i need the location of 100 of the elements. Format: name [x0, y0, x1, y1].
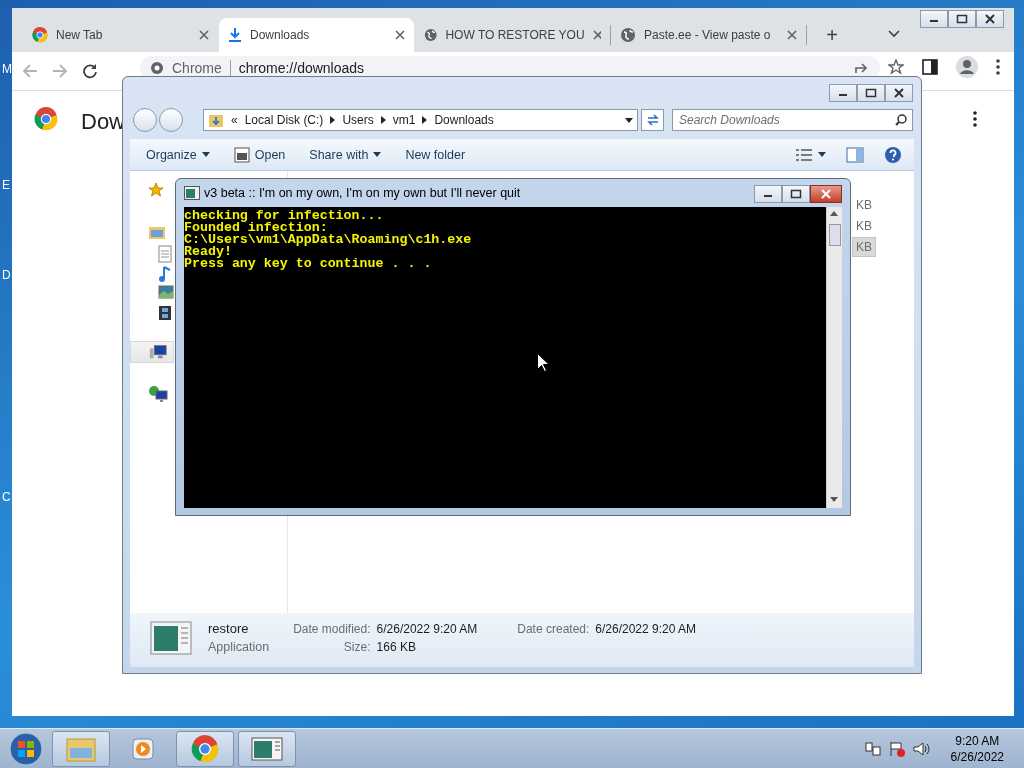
console-line: Founded infection:	[184, 222, 328, 234]
new-tab-button[interactable]: +	[817, 20, 847, 50]
explorer-minimize-button[interactable]	[829, 84, 857, 102]
console-maximize-button[interactable]	[782, 185, 810, 203]
picture-icon	[158, 285, 174, 299]
desktop-icon-label: C	[2, 490, 11, 504]
address-bar[interactable]: « Local Disk (C:) Users vm1 Downloads	[203, 109, 638, 131]
flag-icon[interactable]	[888, 740, 905, 757]
console-line: C:\Users\vm1\AppData\Roaming\c1h.exe	[184, 234, 473, 246]
file-type: Application	[208, 640, 270, 654]
breadcrumb[interactable]: vm1	[392, 113, 416, 127]
close-icon[interactable]	[199, 30, 209, 40]
detail-label: Date created:	[517, 622, 590, 636]
reload-icon[interactable]	[82, 63, 98, 79]
scrollbar-thumb[interactable]	[829, 224, 841, 246]
detail-label: Date modified:	[293, 622, 371, 636]
music-note-icon	[158, 265, 172, 283]
open-icon	[233, 146, 250, 163]
browser-close-button[interactable]	[976, 10, 1004, 28]
mouse-cursor-icon	[537, 353, 549, 372]
chrome-logo-icon	[34, 107, 58, 131]
console-close-button[interactable]	[810, 185, 842, 203]
file-size[interactable]: KB	[852, 216, 876, 236]
film-icon	[158, 305, 172, 321]
download-icon	[228, 27, 242, 43]
nav-item[interactable]	[130, 341, 174, 363]
maximize-icon	[790, 189, 802, 199]
file-name: restore	[208, 621, 250, 636]
forward-button[interactable]	[159, 108, 183, 132]
breadcrumb[interactable]: Users	[342, 113, 374, 127]
tab-search-icon[interactable]	[888, 30, 900, 38]
maximize-icon	[956, 14, 968, 24]
network-icon	[148, 385, 168, 403]
console-line: Press any key to continue . . .	[184, 258, 433, 270]
chevron-icon	[380, 116, 386, 124]
refresh-button[interactable]	[641, 109, 664, 131]
chevron-icon	[422, 116, 428, 124]
application-icon	[150, 621, 192, 655]
scroll-down-icon[interactable]	[830, 497, 838, 502]
desktop-icon-label: E	[2, 178, 10, 192]
console-line: checking for infection...	[184, 210, 385, 222]
browser-tab[interactable]: New Tab	[23, 18, 218, 52]
console-minimize-button[interactable]	[754, 185, 782, 203]
browser-minimize-button[interactable]	[920, 10, 948, 28]
speaker-icon[interactable]	[912, 740, 931, 757]
toolbar-button[interactable]: Share with	[299, 143, 392, 166]
breadcrumb[interactable]: Downloads	[434, 113, 494, 127]
desktop-icon-label: M	[2, 62, 12, 76]
computer-icon	[149, 344, 167, 360]
caret-icon	[373, 152, 382, 157]
taskbar-app[interactable]	[238, 730, 296, 767]
file-size[interactable]: KB	[852, 237, 876, 257]
explorer-maximize-button[interactable]	[857, 84, 885, 102]
browser-maximize-button[interactable]	[948, 10, 976, 28]
caret-icon	[201, 152, 210, 157]
side-panel-icon[interactable]	[922, 59, 938, 75]
maximize-icon	[865, 88, 877, 98]
dropdown-icon[interactable]	[625, 117, 633, 123]
folder-icon	[208, 112, 224, 128]
browser-tab[interactable]: HOW TO RESTORE YOU	[415, 18, 610, 52]
search-icon[interactable]	[895, 114, 907, 126]
detail-value: 6/26/2022 9:20 AM	[595, 622, 697, 636]
detail-value: 166 KB	[376, 640, 417, 654]
toolbar-button[interactable]: New folder	[395, 143, 476, 166]
search-field[interactable]: Search Downloads	[672, 109, 913, 131]
close-icon	[985, 14, 995, 24]
close-icon[interactable]	[592, 30, 601, 40]
back-button[interactable]	[133, 108, 157, 132]
overflow-chevron[interactable]: «	[231, 113, 238, 127]
refresh-icon	[645, 114, 660, 126]
view-list-icon[interactable]	[796, 148, 812, 161]
menu-icon[interactable]	[996, 59, 1000, 75]
clock[interactable]: 9:20 AM 6/26/2022	[950, 732, 1004, 765]
play-icon	[131, 736, 155, 761]
document-icon	[158, 245, 172, 263]
windows-logo-icon	[9, 731, 43, 766]
toolbar-button[interactable]: Open	[223, 142, 296, 167]
browser-tab[interactable]: Paste.ee - View paste o	[611, 18, 806, 52]
caret-icon	[818, 152, 826, 157]
close-icon[interactable]	[395, 30, 405, 40]
browser-tab[interactable]: Downloads	[219, 18, 414, 52]
network-icon[interactable]	[864, 740, 881, 757]
folder-icon	[148, 224, 166, 240]
application-window-icon	[184, 186, 200, 200]
window-title: v3 beta :: I'm on my own, I'm on my own but I'll never quit	[204, 186, 521, 200]
application-window-icon	[251, 736, 283, 761]
desktop-icon-label: D	[2, 268, 11, 282]
scrollbar[interactable]	[826, 207, 842, 508]
profile-icon[interactable]	[956, 56, 978, 78]
close-icon[interactable]	[787, 30, 797, 40]
star-icon[interactable]	[888, 59, 904, 75]
menu-icon[interactable]	[973, 111, 977, 127]
detail-value: 6/26/2022 9:20 AM	[376, 622, 478, 636]
file-size[interactable]: KB	[852, 195, 876, 215]
explorer-close-button[interactable]	[885, 84, 913, 102]
toolbar-button[interactable]: Organize	[136, 143, 220, 166]
taskbar-app[interactable]	[176, 730, 234, 767]
help-icon[interactable]	[884, 145, 902, 164]
scroll-up-icon[interactable]	[830, 211, 838, 216]
breadcrumb[interactable]: Local Disk (C:)	[244, 113, 324, 127]
